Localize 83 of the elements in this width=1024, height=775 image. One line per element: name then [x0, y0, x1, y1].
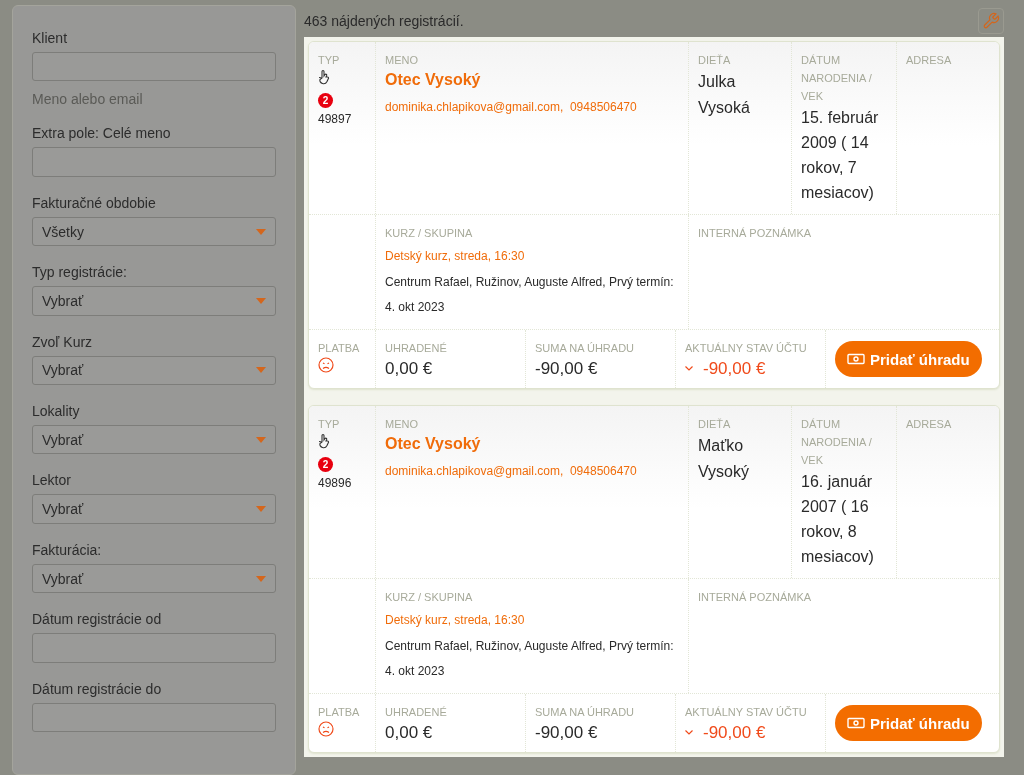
field-label: Klient [32, 30, 69, 46]
hand-icon [318, 69, 332, 85]
select-field[interactable]: Vybrať [32, 355, 276, 386]
input-field[interactable] [32, 52, 276, 82]
caret-icon [256, 436, 266, 443]
column-label: INTERNÁ POZNÁMKA [698, 590, 812, 605]
field-label: Typ registrácie: [32, 264, 128, 281]
select-field[interactable]: Vybrať [32, 494, 276, 524]
hand-icon [318, 433, 332, 449]
due-amount: -90,00 € [535, 723, 598, 743]
registration-id: 49897 [318, 112, 352, 126]
field-label: Zvoľ Kurz [32, 333, 94, 350]
field-hint: Meno alebo email [32, 91, 144, 108]
child-name: Julka Vysoká [698, 72, 751, 118]
contact-text: dominika.chlapikova@gmail.com, 0948506470 [385, 463, 637, 480]
column-label: SUMA NA ÚHRADU [535, 341, 635, 356]
caret-icon [256, 367, 266, 374]
caret-icon [256, 506, 266, 513]
column-label: SUMA NA ÚHRADU [535, 705, 635, 720]
column-label: DIEŤA [698, 53, 731, 68]
column-label: PLATBA [318, 705, 360, 720]
paid-amount: 0,00 € [385, 723, 433, 743]
course-detail: Centrum Rafael, Ružinov, Auguste Alfred, Prvý termín: 4. okt 2023 [385, 638, 675, 680]
column-label: UHRADENÉ [385, 341, 447, 356]
column-label: ADRESA [906, 417, 952, 432]
contact-text: dominika.chlapikova@gmail.com, 0948506470 [385, 99, 637, 116]
chevron-down-icon [685, 729, 693, 735]
column-label: ADRESA [906, 53, 952, 68]
count-badge: 2 [318, 457, 333, 472]
select-field[interactable]: Vybrať [32, 425, 276, 455]
column-label: DÁTUM NARODENIA / VEK [801, 53, 873, 104]
column-label: UHRADENÉ [385, 705, 447, 720]
input-field[interactable] [32, 633, 276, 663]
column-label: TYP [318, 53, 340, 68]
parent-name[interactable]: Otec Vysoký [385, 71, 481, 89]
column-label: MENO [385, 53, 418, 68]
child-name: Maťko Vysoký [698, 436, 750, 482]
field-label: Lektor [32, 472, 72, 489]
birth-date: 16. január 2007 ( 16 rokov, 8 mesiacov) [801, 472, 875, 567]
column-label: DIEŤA [698, 417, 731, 432]
parent-name[interactable]: Otec Vysoký [385, 435, 481, 453]
sad-face-icon [318, 357, 334, 373]
add-payment-button[interactable]: Pridať úhradu [835, 705, 982, 741]
column-label: KURZ / SKUPINA [385, 590, 473, 605]
column-label: DÁTUM NARODENIA / VEK [801, 417, 873, 468]
balance-amount: -90,00 € [703, 723, 766, 743]
field-label: Dátum registrácie od [32, 611, 163, 628]
column-label: KURZ / SKUPINA [385, 226, 473, 241]
course-name[interactable]: Detský kurz, streda, 16:30 [385, 610, 525, 630]
caret-icon [256, 228, 266, 235]
field-label: Lokality [32, 403, 81, 420]
count-badge: 2 [318, 93, 333, 108]
due-amount: -90,00 € [535, 359, 598, 379]
input-field[interactable] [32, 147, 276, 177]
course-name[interactable]: Detský kurz, streda, 16:30 [385, 246, 525, 266]
banknote-icon [847, 353, 865, 365]
column-label: PLATBA [318, 341, 360, 356]
caret-icon [256, 575, 266, 582]
column-label: MENO [385, 417, 418, 432]
column-label: TYP [318, 417, 340, 432]
paid-amount: 0,00 € [385, 359, 433, 379]
select-field[interactable]: Vybrať [32, 286, 276, 316]
result-count: 463 nájdených registrácií. [304, 13, 464, 29]
field-label: Extra pole: Celé meno [32, 125, 172, 142]
column-label: AKTUÁLNY STAV ÚČTU [685, 341, 807, 356]
banknote-icon [847, 717, 865, 729]
balance-amount: -90,00 € [703, 359, 766, 379]
caret-icon [256, 297, 266, 304]
course-detail: Centrum Rafael, Ružinov, Auguste Alfred, Prvý termín: 4. okt 2023 [385, 274, 675, 316]
select-field[interactable]: Všetky [32, 216, 276, 247]
select-field[interactable]: Vybrať [32, 563, 276, 594]
field-label: Fakturačné obdobie [32, 194, 157, 211]
wrench-icon[interactable] [978, 8, 1004, 34]
input-field[interactable] [32, 702, 276, 733]
registration-id: 49896 [318, 476, 352, 490]
chevron-down-icon [685, 365, 693, 371]
add-payment-button[interactable]: Pridať úhradu [835, 341, 982, 377]
column-label: INTERNÁ POZNÁMKA [698, 226, 812, 241]
column-label: AKTUÁLNY STAV ÚČTU [685, 705, 807, 720]
birth-date: 15. február 2009 ( 14 rokov, 7 mesiacov) [801, 108, 880, 203]
field-label: Dátum registrácie do [32, 680, 163, 697]
sad-face-icon [318, 721, 334, 737]
field-label: Fakturácia: [32, 541, 103, 558]
